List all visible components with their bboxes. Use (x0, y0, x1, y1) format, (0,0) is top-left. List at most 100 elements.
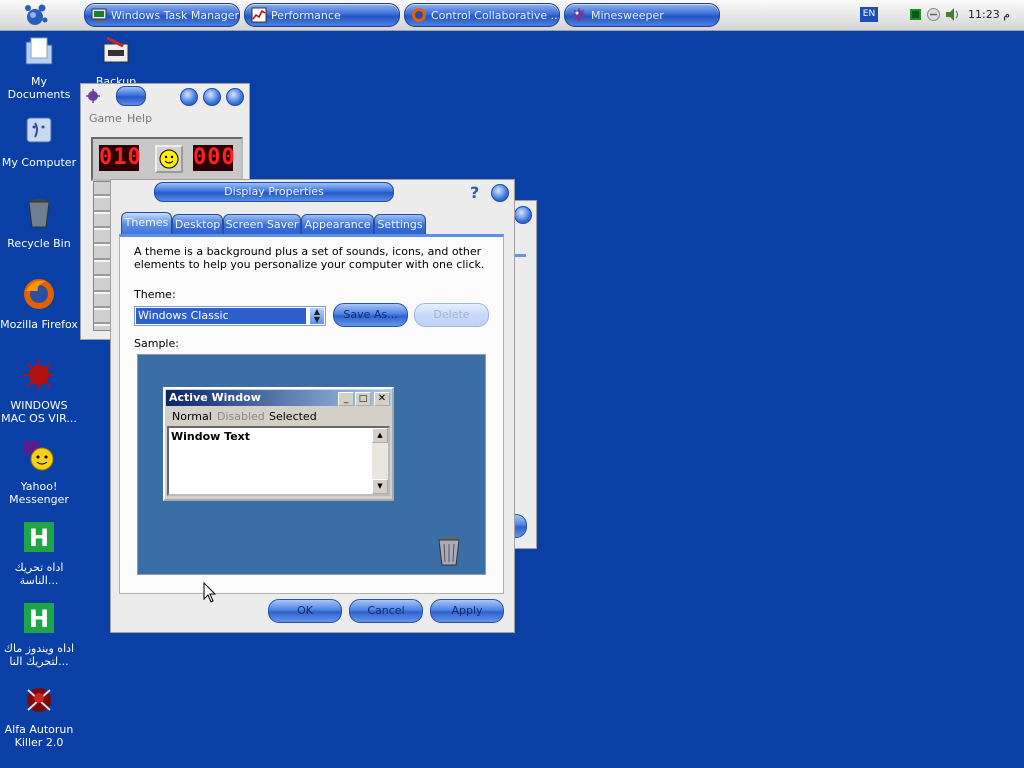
taskbar-button-label: Minesweeper (591, 8, 664, 22)
sample-menu-selected: Selected (269, 410, 317, 423)
autorun-killer-icon (27, 688, 51, 712)
desktop-icon-my-documents[interactable]: My Documents (0, 34, 78, 101)
h-app-icon: H (24, 522, 54, 552)
firefox-icon (412, 8, 426, 22)
close-button[interactable] (491, 184, 509, 202)
delete-button: Delete (414, 303, 489, 327)
sample-minimize-icon: _ (338, 392, 354, 406)
taskbar-button-performance[interactable]: Performance (244, 3, 400, 27)
new-game-button[interactable] (155, 145, 183, 173)
minesweeper-icon (572, 8, 586, 22)
scroll-down-icon: ▼ (372, 479, 388, 494)
minesweeper-title-bar[interactable] (116, 86, 146, 106)
language-indicator[interactable]: EN (860, 7, 878, 22)
tab-screen-saver[interactable]: Screen Saver (223, 214, 301, 235)
taskbar: Windows Task Manager Performance Control… (0, 0, 1024, 31)
svg-text:H: H (29, 524, 49, 552)
sample-maximize-icon: □ (355, 392, 371, 406)
close-button[interactable] (514, 206, 532, 224)
dropdown-arrow-icon[interactable]: ▲ ▼ (310, 308, 324, 324)
themes-tab-panel: A theme is a background plus a set of so… (119, 234, 504, 594)
sample-title-bar: Active Window _ □ ✕ (166, 390, 391, 406)
sample-active-window: Active Window _ □ ✕ Normal Disabled Sele… (163, 387, 394, 501)
sample-menu-disabled: Disabled (217, 410, 265, 423)
apply-button[interactable]: Apply (430, 599, 504, 623)
mine-counter: 010 (99, 145, 142, 171)
desktop-icon-backup[interactable]: Backup (77, 34, 155, 88)
sample-recycle-bin-icon (438, 537, 460, 566)
performance-icon (251, 7, 267, 23)
sample-window-body: Window Text ▲ ▼ (167, 426, 390, 496)
virus-icon (24, 360, 54, 390)
firefox-icon (24, 279, 54, 309)
desktop-icon-alfa-autorun-killer[interactable]: Alfa Autorun Killer 2.0 (0, 682, 78, 749)
desktop-icon-windows-mac-os-virus[interactable]: WINDOWS MAC OS VIR... (0, 358, 78, 425)
background-window-tab-indicator (514, 254, 526, 257)
backup-icon (103, 36, 129, 63)
timer-display: 000 (193, 145, 236, 171)
sample-scrollbar: ▲ ▼ (372, 428, 388, 494)
desktop-icon-h-app-2[interactable]: H اداه ويندوز ماك لتحريك النا... (0, 601, 78, 668)
desktop-icon-label: Recycle Bin (7, 237, 71, 250)
tab-themes[interactable]: Themes (121, 212, 172, 235)
maximize-button[interactable] (203, 88, 221, 106)
dialog-title-bar[interactable]: Display Properties (154, 182, 394, 202)
theme-sample-preview: Active Window _ □ ✕ Normal Disabled Sele… (137, 354, 486, 575)
theme-label: Theme: (134, 288, 176, 301)
sample-close-icon: ✕ (374, 392, 390, 406)
recycle-bin-icon (28, 199, 50, 228)
desktop-icon-label: My Computer (1, 156, 77, 169)
smiley-face-icon (159, 149, 179, 169)
menu-help[interactable]: Help (127, 112, 152, 125)
sample-menu-normal: Normal (172, 410, 212, 423)
cancel-button[interactable]: Cancel (349, 599, 423, 623)
desktop-icon-firefox[interactable]: Mozilla Firefox (0, 277, 78, 331)
taskbar-button-minesweeper[interactable]: Minesweeper (564, 3, 720, 27)
theme-select[interactable]: Windows Classic ▲ ▼ (134, 306, 326, 326)
taskbar-button-firefox[interactable]: Control Collaborative ... (404, 3, 560, 27)
desktop-icon-label: WINDOWS MAC OS VIR... (1, 399, 77, 425)
mouse-cursor-icon (203, 582, 217, 603)
taskbar-button-label: Windows Task Manager (111, 8, 239, 22)
menu-game[interactable]: Game (89, 112, 122, 125)
tab-desktop[interactable]: Desktop (172, 214, 223, 235)
minesweeper-status-panel: 010 000 (91, 137, 243, 181)
sample-window-text: Window Text (171, 430, 251, 443)
my-documents-icon (25, 37, 53, 65)
desktop-icon-my-computer[interactable]: My Computer (0, 115, 78, 169)
desktop-icon-h-app-1[interactable]: H اداه تحريك الناسة... (0, 520, 78, 587)
taskbar-button-label: Performance (271, 8, 341, 22)
desktop-icon-label: My Documents (7, 75, 71, 101)
help-icon[interactable]: ? (470, 183, 479, 202)
theme-select-value: Windows Classic (136, 308, 306, 324)
messenger-status-icon[interactable] (927, 8, 940, 21)
save-as-button[interactable]: Save As... (333, 303, 408, 327)
taskbar-button-task-manager[interactable]: Windows Task Manager (84, 3, 240, 27)
desktop-icon-label: Mozilla Firefox (0, 318, 78, 331)
desktop-icon-recycle-bin[interactable]: Recycle Bin (0, 196, 78, 250)
speaker-icon[interactable] (944, 7, 960, 22)
h-app-icon: H (24, 603, 54, 633)
desktop-icon-label: Alfa Autorun Killer 2.0 (4, 723, 74, 749)
my-computer-icon (26, 117, 52, 143)
desktop-icon-label: اداه تحريك الناسة... (14, 561, 64, 587)
svg-text:H: H (29, 605, 49, 633)
ok-button[interactable]: OK (268, 599, 342, 623)
scroll-up-icon: ▲ (372, 428, 388, 443)
yahoo-messenger-icon (24, 441, 54, 471)
tab-appearance[interactable]: Appearance (301, 214, 374, 235)
desktop-icon-label: Yahoo! Messenger (9, 480, 69, 506)
start-menu-icon[interactable] (22, 2, 50, 29)
close-button[interactable] (226, 88, 244, 106)
taskbar-button-label: Control Collaborative ... (431, 8, 559, 22)
sample-window-title: Active Window (169, 391, 261, 404)
tab-settings[interactable]: Settings (374, 214, 426, 235)
task-manager-icon (91, 8, 107, 22)
network-icon[interactable] (910, 9, 921, 20)
clock[interactable]: 11:23 م (968, 8, 1010, 21)
sample-label: Sample: (134, 337, 179, 350)
minimize-button[interactable] (180, 88, 198, 106)
desktop-icon-label: اداه ويندوز ماك لتحريك النا... (3, 642, 75, 668)
desktop-icon-yahoo-messenger[interactable]: Yahoo! Messenger (0, 439, 78, 506)
minesweeper-icon (86, 89, 100, 103)
